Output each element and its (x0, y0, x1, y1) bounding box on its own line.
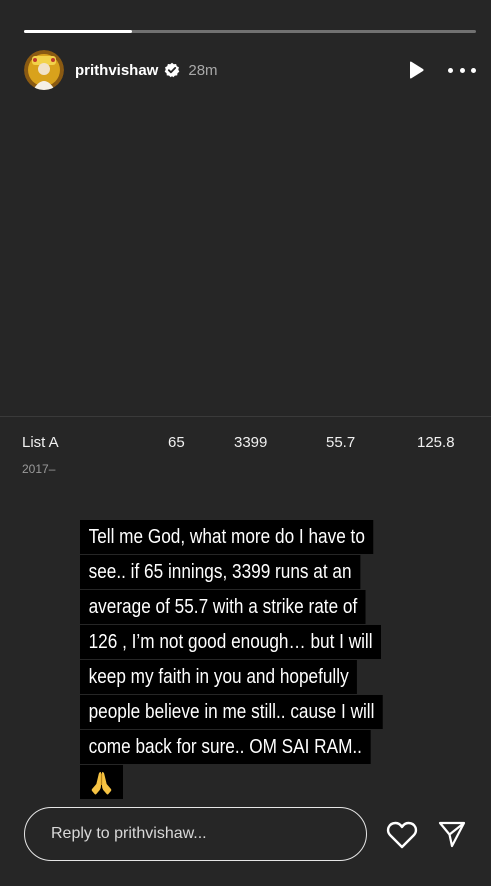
caption-line: average of 55.7 with a strike rate of (80, 590, 366, 624)
caption-line: see.. if 65 innings, 3399 runs at an (80, 555, 361, 589)
more-dot (448, 67, 453, 73)
heart-icon[interactable] (386, 820, 418, 850)
story-time-ago: 28m (188, 61, 218, 79)
more-options-icon[interactable] (448, 60, 476, 80)
reply-input[interactable]: Reply to prithvishaw... (24, 807, 367, 861)
play-icon[interactable] (406, 60, 426, 80)
story-progress-fill (24, 30, 133, 33)
story-progress-track (24, 30, 476, 33)
send-icon[interactable] (438, 820, 466, 848)
header-actions (406, 60, 476, 80)
stat-average: 55.7 (326, 434, 356, 451)
stat-years: 2017– (22, 462, 56, 476)
story-header: prithvishaw 28m (24, 50, 476, 90)
caption-line: people believe in me still.. cause I wil… (80, 695, 384, 729)
story-caption: Tell me God, what more do I have to see.… (80, 520, 420, 800)
caption-line: 126 , I’m not good enough… but I will (80, 625, 382, 659)
reply-placeholder: Reply to prithvishaw... (51, 825, 207, 842)
caption-emoji-line: 🙏 (80, 765, 123, 799)
caption-emoji-text: 🙏 (114, 765, 115, 766)
more-dot (471, 67, 476, 73)
story-username[interactable]: prithvishaw (75, 62, 158, 79)
verified-badge-icon (164, 62, 180, 78)
more-dot (459, 67, 465, 73)
avatar[interactable] (24, 50, 64, 90)
stat-innings: 65 (168, 434, 185, 451)
stat-runs: 3399 (234, 434, 268, 451)
folded-hands-icon (89, 768, 115, 798)
caption-line: Tell me God, what more do I have to (80, 520, 374, 554)
stat-format: List A (22, 434, 59, 451)
stats-divider (0, 416, 491, 417)
stat-strike-rate: 125.8 (417, 434, 455, 451)
caption-line: keep my faith in you and hopefully (80, 660, 358, 694)
caption-line: come back for sure.. OM SAI RAM.. (80, 730, 371, 764)
